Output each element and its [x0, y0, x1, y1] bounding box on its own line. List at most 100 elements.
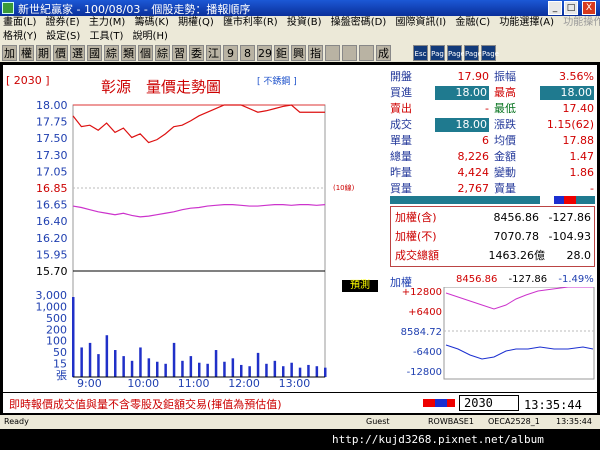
- mini-index-chart: +12800 +6400 8584.72 -6400 -12800: [401, 287, 595, 380]
- toolbar-button-7[interactable]: 類: [121, 45, 136, 61]
- time-tick-label: 12:00: [228, 377, 260, 390]
- volume-bar: [130, 360, 134, 377]
- toolbar-button-16[interactable]: 鉅: [274, 45, 289, 61]
- chart-svg: 18.00 17.75 17.50 17.30 17.05 16.85 16.65 16.40…: [36, 99, 355, 390]
- unit-label: 單量: [390, 134, 412, 147]
- toolbar-button-24[interactable]: Pag: [430, 45, 445, 61]
- volume-bar: [223, 361, 226, 377]
- high-value: 18.00: [540, 86, 594, 100]
- close-button[interactable]: X: [582, 1, 596, 15]
- menu-tools[interactable]: 工具(T): [86, 30, 126, 44]
- toolbar-button-4[interactable]: 選: [70, 45, 85, 61]
- menu-fx-rates[interactable]: 匯市利率(R): [220, 16, 281, 30]
- amount-label: 金額: [494, 150, 516, 163]
- ask-label: 賣出: [390, 102, 412, 115]
- last-value: 18.00: [435, 118, 489, 132]
- bid-value: 18.00: [435, 86, 489, 100]
- status-bar: Ready Guest ROWBASE1 OECA2528_1 13:35:44: [0, 415, 600, 429]
- index-excl-change: -104.93: [548, 230, 591, 243]
- volume-bar: [114, 350, 117, 377]
- status-time: 13:35:44: [556, 417, 592, 426]
- price-tick-label: 16.65: [36, 199, 68, 212]
- toolbar-button-26[interactable]: Page: [464, 45, 482, 61]
- toolbar-button-21[interactable]: [359, 45, 374, 61]
- mini-tick-label: +12800: [402, 287, 442, 298]
- toolbar-button-2[interactable]: 期: [36, 45, 51, 61]
- quote-row-unit: 單量 6 均價 17.88: [390, 134, 595, 148]
- turnover-value: 1463.26億: [488, 249, 546, 262]
- range-label: 振幅: [494, 70, 516, 83]
- toolbar-button-17[interactable]: 興: [291, 45, 306, 61]
- app-icon: [2, 2, 14, 14]
- menu-function-select[interactable]: 功能選擇(A): [496, 16, 557, 30]
- menu-function-operate[interactable]: 功能操作(F): [560, 16, 600, 30]
- toolbar-button-1[interactable]: 權: [19, 45, 34, 61]
- index-incl-value: 8456.86: [493, 211, 540, 224]
- toolbar-button-0[interactable]: 加: [2, 45, 17, 61]
- volume-bar: [282, 366, 285, 377]
- volume-bar: [265, 363, 268, 377]
- maximize-button[interactable]: □: [564, 1, 578, 15]
- menu-international[interactable]: 國際資訊(I): [392, 16, 449, 30]
- menu-options[interactable]: 期權(Q): [175, 16, 217, 30]
- index-row-excl: 加權(不) 7070.78 -104.93: [395, 228, 593, 245]
- ask-value: -: [485, 102, 489, 115]
- toolbar-button-13[interactable]: 9: [223, 45, 238, 61]
- stock-code-input[interactable]: 2030: [459, 395, 519, 411]
- toolbar-button-20[interactable]: [342, 45, 357, 61]
- mini-chart-values: 8456.86 -127.86 -1.49%: [456, 274, 594, 285]
- toolbar-button-25[interactable]: Page: [447, 45, 465, 61]
- buyvol-value: 2,767: [457, 182, 490, 195]
- index-row-turnover: 成交總額 1463.26億 28.0: [395, 247, 593, 264]
- menu-help[interactable]: 說明(H): [130, 30, 171, 44]
- time-tick-label: 9:00: [77, 377, 102, 390]
- menu-invest[interactable]: 投資(B): [284, 16, 325, 30]
- volume-bar: [156, 361, 159, 377]
- index-incl-change: -127.86: [548, 211, 591, 224]
- menu-view[interactable]: 格視(Y): [0, 30, 40, 44]
- volume-bar: [172, 342, 176, 377]
- toolbar-button-18[interactable]: 指: [308, 45, 323, 61]
- toolbar-button-23[interactable]: Esc: [413, 45, 428, 61]
- menu-settings[interactable]: 設定(S): [43, 30, 83, 44]
- toolbar-button-12[interactable]: 江: [206, 45, 221, 61]
- bid-ask-bar: [390, 196, 595, 204]
- toolbar-button-15[interactable]: 29: [257, 45, 272, 61]
- window-title: 新世紀贏家 - 100/08/03 - 個股走勢：播報順序: [18, 3, 251, 16]
- menu-securities[interactable]: 證券(E): [43, 16, 83, 30]
- menu-chips[interactable]: 籌碼(K): [132, 16, 172, 30]
- toolbar-button-22[interactable]: 成: [376, 45, 391, 61]
- toolbar-button-14[interactable]: 8: [240, 45, 255, 61]
- forecast-legend: 預測: [342, 280, 378, 292]
- info-note: 即時報價成交值與量不含零股及鉅額交易(揮值為預估值): [9, 398, 282, 411]
- volume-bar: [88, 342, 92, 377]
- toolbar-button-10[interactable]: 習: [172, 45, 187, 61]
- buyvol-label: 買量: [390, 182, 412, 195]
- high-label: 最高: [494, 86, 516, 99]
- menu-main-force[interactable]: 主力(M): [86, 16, 128, 30]
- toolbar-button-6[interactable]: 綜: [104, 45, 119, 61]
- chart-frame: [72, 104, 326, 378]
- amount-value: 1.47: [569, 150, 595, 163]
- toolbar-button-11[interactable]: 委: [189, 45, 204, 61]
- toolbar-button-3[interactable]: 價: [53, 45, 68, 61]
- range-value: 3.56%: [559, 70, 594, 83]
- toolbar-button-5[interactable]: 國: [87, 45, 102, 61]
- index-incl-label: 加權(含): [395, 211, 437, 224]
- menu-screen[interactable]: 畫面(L): [0, 16, 39, 30]
- toolbar-button-9[interactable]: 綜: [155, 45, 170, 61]
- menu-finance[interactable]: 金融(C): [452, 16, 493, 30]
- toolbar-button-8[interactable]: 個: [138, 45, 153, 61]
- price-volume-chart: [ 2030 ] 彰源 量價走勢圖 [ 不銹鋼 ] 18.00 17.75 17.5…: [3, 65, 387, 392]
- mini-upper-line: [445, 287, 593, 310]
- toolbar-button-19[interactable]: [325, 45, 340, 61]
- menu-trading-code[interactable]: 操盤密碼(D): [328, 16, 390, 30]
- toolbar-button-27[interactable]: Page: [481, 45, 499, 61]
- volume-bar: [298, 367, 302, 377]
- sellvol-label: 賣量: [494, 182, 516, 195]
- quote-row-open: 開盤 17.90 振幅 3.56%: [390, 70, 595, 84]
- minimize-button[interactable]: _: [548, 1, 562, 15]
- volume-bar: [80, 347, 83, 377]
- volume-bar: [105, 335, 109, 377]
- price-tick-label: 17.75: [36, 116, 68, 129]
